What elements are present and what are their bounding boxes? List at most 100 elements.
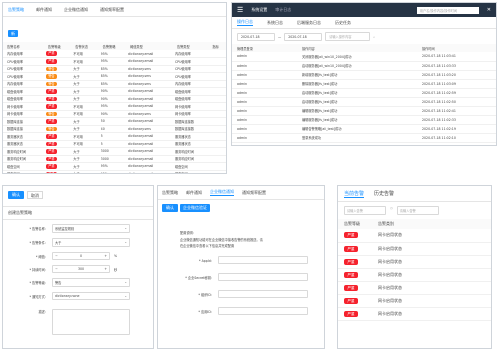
level-badge: 严重	[45, 171, 57, 173]
tab-email[interactable]: 邮件通知	[36, 7, 52, 13]
plus-icon[interactable]: +	[104, 267, 107, 271]
tab-backend-log[interactable]: 后端服务日志	[297, 20, 321, 26]
policy-state: 大于	[73, 67, 80, 72]
table-row[interactable]: 严重 网卡启用状态	[338, 242, 491, 255]
table-row[interactable]: CPU使用率 警告 大于 85% dictionary.sms CPU使用率	[3, 65, 226, 73]
date-to-input[interactable]: 2020-07-18	[284, 32, 323, 41]
breadcrumb-audit[interactable]: 审计日志	[275, 7, 291, 13]
close-icon[interactable]: ✕	[487, 7, 491, 13]
level-badge: 严重	[45, 96, 57, 101]
log-content: 新增服务器[fs_test]成功	[302, 73, 338, 77]
global-search[interactable]: 用户名/操作内容/操作时间	[416, 6, 479, 14]
tab-history-task[interactable]: 历史任务	[335, 20, 351, 26]
tab-operation-log[interactable]: 操作日志	[237, 19, 253, 26]
current-alerts-panel: 当前告警 历史告警 请输入告警 ◷ 请输入告警 告警等级 告警类别 严重 网卡启用…	[337, 185, 492, 349]
tab-current-alerts[interactable]: 当前告警	[344, 190, 365, 198]
clock-icon[interactable]: ◷	[390, 206, 393, 215]
tab-history-alerts[interactable]: 历史告警	[374, 190, 394, 197]
table-row[interactable]: 服务器状态 严重 不可用 5 dictionary.email 服务器状态	[3, 133, 226, 140]
number-stepper[interactable]: − 0 +	[52, 252, 110, 260]
tab-alert-policy[interactable]: 告警策略	[162, 190, 178, 196]
table-row[interactable]: admin 编辑服务器[fs_test]成功 2020-07-18 11:02:41	[232, 106, 496, 115]
policy-name: 网卡使用率	[7, 104, 23, 109]
policy-type: dictionary.email	[128, 51, 154, 56]
table-row[interactable]: admin 编辑服务器[fs_test]成功 2020-07-18 11:02:33	[232, 115, 496, 124]
date-from-input[interactable]: 2020-07-18	[237, 32, 275, 41]
description-textarea[interactable]	[52, 309, 130, 335]
level-badge: 严重	[344, 258, 358, 265]
tab-email[interactable]: 邮件通知	[186, 190, 202, 196]
text-input[interactable]	[218, 307, 308, 315]
table-row[interactable]: admin 删除服务器[fs_test]成功 2020-07-18 11:03:09	[232, 79, 496, 88]
policy-metric: 服务器状态	[174, 142, 191, 147]
table-row[interactable]: 严重 网卡启用状态	[338, 255, 491, 268]
table-row[interactable]: admin 新增服务器[fs_test]成功 2020-07-18 11:03:20	[232, 70, 496, 79]
breadcrumb-system[interactable]: 系统设置	[251, 7, 267, 13]
table-row[interactable]: 严重 网卡启用状态	[338, 281, 491, 294]
alert-category: 网卡启用状态	[378, 284, 402, 290]
tab-system-log[interactable]: 系统日志	[267, 20, 283, 26]
table-row[interactable]: 服务响应时间 严重 大于 3000 dictionary.email 服务响应时间	[3, 155, 226, 163]
menu-icon[interactable]: ☰	[237, 6, 243, 14]
table-row[interactable]: 网卡使用率 严重 不可用 95% dictionary.email 网卡使用率	[3, 103, 226, 110]
table-row[interactable]: admin 关闭服务器[ali_win10_2004]成功 2020-07-18 1…	[232, 52, 496, 61]
table-row[interactable]: 磁盘使用率 严重 大于 90% dictionary.email 磁盘使用率	[3, 88, 226, 95]
table-row[interactable]: 磁盘空间严重大于95%dictionary.email磁盘空间	[3, 170, 226, 173]
log-user: admin	[237, 99, 247, 104]
policy-value: 85%	[100, 74, 108, 79]
table-row[interactable]: 磁盘空间严重大于95%dictionary.email磁盘空间	[3, 163, 226, 170]
table-row[interactable]: admin 启动服务器[fs_test]成功 2020-07-18 11:02:59	[232, 88, 496, 97]
table-row[interactable]: 内存使用率 严重 不可用 95% dictionary.email 内存使用率	[3, 50, 226, 58]
table-row[interactable]: CPU使用率 警告 大于 85% dictionary.sms CPU使用率	[3, 73, 226, 80]
table-row[interactable]: 网卡使用率 警告 不可用 90% dictionary.sms 网卡使用率	[3, 110, 226, 118]
tab-alert-policy[interactable]: 告警策略	[8, 7, 24, 13]
table-row[interactable]: 数据库连接 严重 大于 50 dictionary.email 数据库连接数	[3, 118, 226, 125]
policy-name: 磁盘使用率	[7, 89, 23, 94]
tab-frequency[interactable]: 通知频率配置	[100, 7, 124, 13]
select-field[interactable]: dictionary.none ⌄	[52, 292, 130, 300]
confirm-button[interactable]: 确认	[162, 204, 178, 212]
content-filter-input[interactable]: 请输入操作内容	[325, 32, 371, 41]
table-row[interactable]: 磁盘使用率 严重 大于 90% dictionary.email 磁盘使用率	[3, 95, 226, 103]
col-level: 告警等级	[344, 221, 360, 226]
table-row[interactable]: admin 登录系统成功 2020-07-18 11:02:10	[232, 133, 496, 142]
table-row[interactable]: 严重 网卡启用状态	[338, 268, 491, 281]
table-row[interactable]: 内存使用率 警告 大于 85% dictionary.sms 内存使用率	[3, 80, 226, 88]
table-row[interactable]: 严重 网卡启用状态	[338, 307, 491, 320]
text-input[interactable]	[218, 256, 308, 264]
form-row: * 告警条件： 大于 ⌄	[8, 238, 148, 247]
tab-frequency[interactable]: 通知频率配置	[242, 190, 266, 196]
policy-name: 磁盘空间	[7, 164, 20, 169]
minus-icon[interactable]: −	[55, 254, 58, 258]
table-row[interactable]: admin 启动服务器[fs_test]成功 2020-07-18 11:02:50	[232, 97, 496, 106]
plus-icon[interactable]: +	[104, 254, 107, 258]
table-row[interactable]: 严重 网卡启用状态	[338, 229, 491, 242]
table-row[interactable]: CPU使用率 严重 不可用 95% dictionary.email CPU使用率	[3, 58, 226, 65]
cancel-button[interactable]: 取消	[27, 191, 43, 199]
table-row[interactable]: admin 编辑告警策略[ali_test]成功 2020-07-18 11:02:…	[232, 124, 496, 133]
tab-wechat[interactable]: 企业微信通知	[210, 189, 234, 196]
policy-value: 95%	[100, 164, 108, 169]
select-field[interactable]: 警告 ⌄	[52, 278, 130, 287]
table-row[interactable]: 服务器状态 严重 不可用 5 dictionary.email 服务器状态	[3, 140, 226, 148]
tab-wechat[interactable]: 企业微信通知	[64, 7, 88, 13]
alert-search-input-2[interactable]: 请输入告警	[396, 206, 439, 215]
select-field[interactable]: 系统监控规则 ⌄	[52, 224, 130, 233]
search-icon[interactable]: ⌕	[373, 35, 375, 39]
wechat-verify-button[interactable]: 企业微信验证	[180, 204, 210, 212]
minus-icon[interactable]: −	[55, 267, 58, 271]
text-input[interactable]	[218, 273, 308, 281]
text-input[interactable]	[218, 290, 308, 298]
alert-search-input[interactable]: 请输入告警	[344, 206, 386, 215]
add-policy-button[interactable]: 新	[8, 30, 18, 37]
policy-metric: CPU使用率	[174, 67, 191, 72]
table-row[interactable]: 严重 网卡启用状态	[338, 294, 491, 307]
confirm-button[interactable]: 确认	[8, 191, 24, 199]
log-time: 2020-07-18 11:02:10	[422, 135, 456, 140]
table-row[interactable]: 数据库连接 警告 大于 40 dictionary.sms 数据库连接数	[3, 125, 226, 133]
select-field[interactable]: 大于 ⌄	[52, 238, 130, 247]
number-stepper[interactable]: − 300 +	[52, 265, 110, 273]
table-row[interactable]: 服务响应时间 严重 大于 3000 dictionary.email 服务响应时间	[3, 148, 226, 155]
policy-type: dictionary.sms	[128, 81, 151, 86]
table-row[interactable]: admin 启动服务器[ali_win10_2004]成功 2020-07-18 1…	[232, 61, 496, 70]
